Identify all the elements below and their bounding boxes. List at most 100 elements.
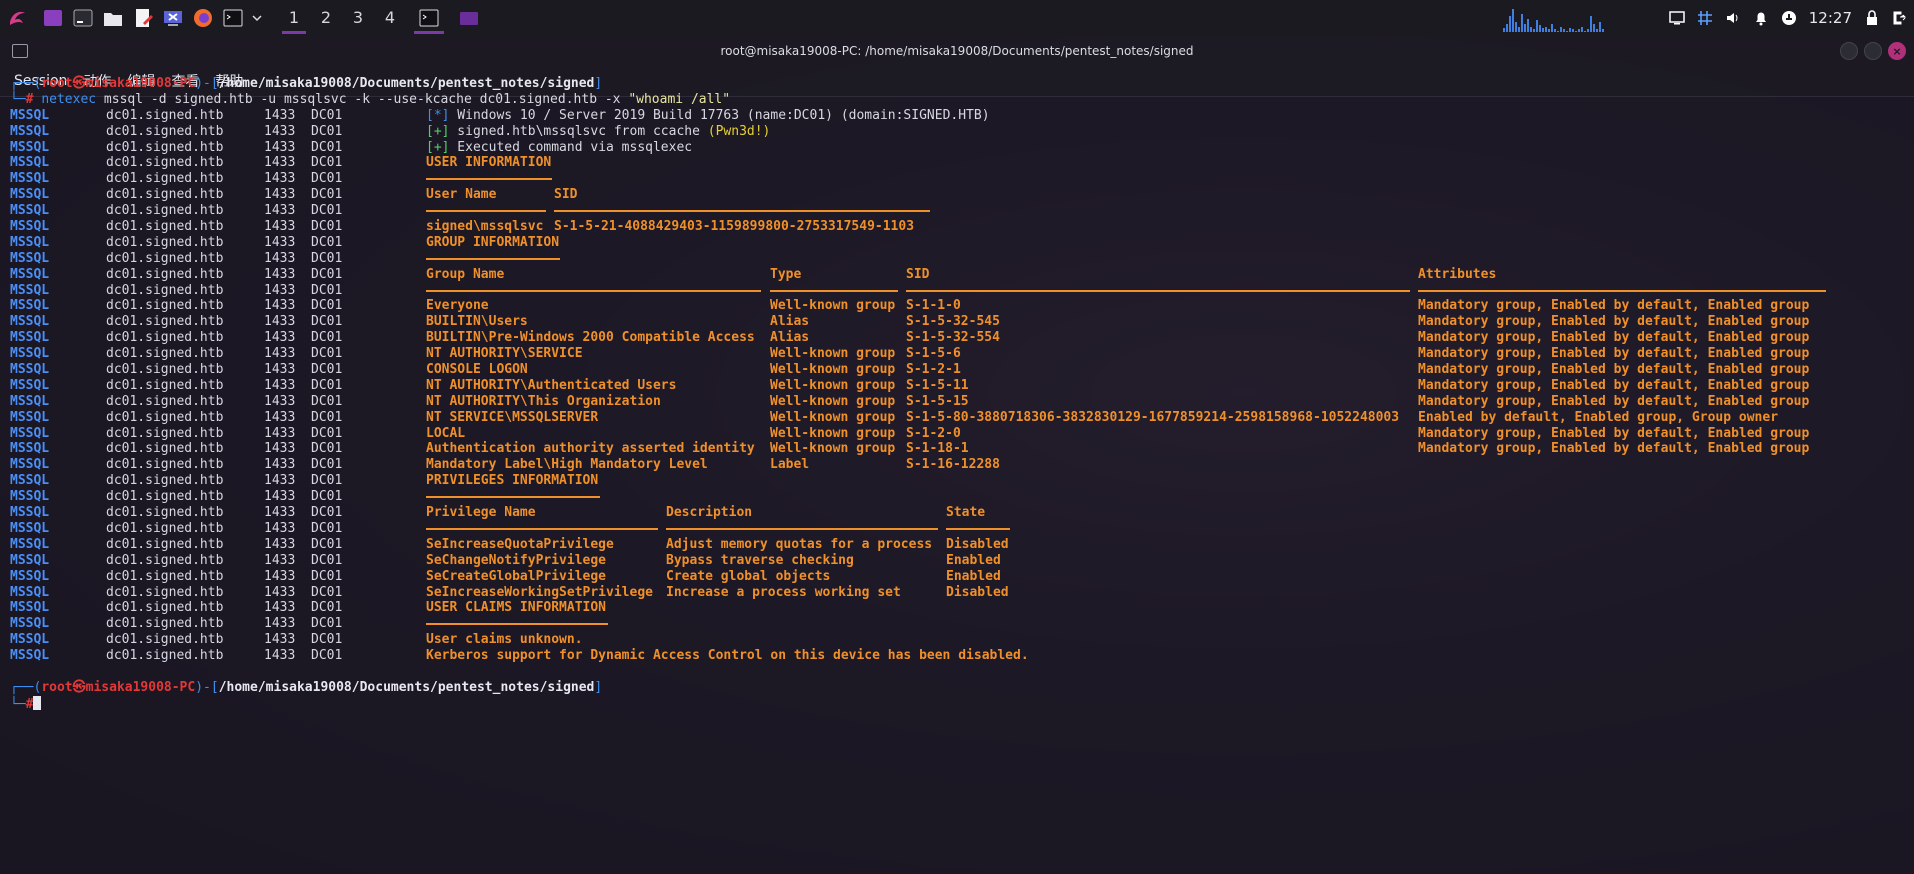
column-header: SID <box>554 187 578 203</box>
text-editor-icon[interactable] <box>130 5 156 31</box>
maximize-button[interactable] <box>1864 42 1882 60</box>
target-port: 1433 <box>264 282 296 298</box>
table-header-underline: MSSQL dc01.signed.htb 1433 DC01 <box>10 203 1890 219</box>
volume-icon[interactable] <box>1719 0 1747 35</box>
terminal-launcher-icon[interactable] <box>70 5 96 31</box>
cpu-bar <box>1529 26 1532 32</box>
target-host: dc01.signed.htb <box>106 520 224 536</box>
target-name: DC01 <box>311 536 343 552</box>
protocol-label: MSSQL <box>10 489 50 505</box>
kali-menu-icon[interactable] <box>4 5 30 31</box>
target-name: DC01 <box>311 393 343 409</box>
cpu-bar <box>1589 15 1592 32</box>
group-sid-cell: S-1-16-12288 <box>906 457 1000 473</box>
workspace-2[interactable]: 2 <box>310 0 342 35</box>
prompt-user: root <box>41 679 73 695</box>
clock[interactable]: 12:27 <box>1809 9 1852 27</box>
target-port: 1433 <box>264 187 296 203</box>
group-sid-cell: S-1-2-0 <box>906 425 961 441</box>
window-icon[interactable] <box>12 44 28 58</box>
target-host: dc01.signed.htb <box>106 330 224 346</box>
protocol-label: MSSQL <box>10 616 50 632</box>
cpu-bar <box>1571 28 1574 32</box>
window-titlebar[interactable]: root@misaka19008-PC: /home/misaka19008/D… <box>0 35 1914 66</box>
protocol-label: MSSQL <box>10 473 50 489</box>
privilege-description-cell: Bypass traverse checking <box>666 552 854 568</box>
table-row: MSSQL dc01.signed.htb 1433 DC01 signed\mssql… <box>10 219 1890 235</box>
group-attributes-cell: Mandatory group, Enabled by default, Ena… <box>1418 425 1810 441</box>
group-sid-cell: S-1-5-32-545 <box>906 314 1000 330</box>
logout-icon[interactable] <box>1886 0 1914 35</box>
cpu-bar <box>1502 27 1505 32</box>
cpu-bar <box>1553 28 1556 32</box>
target-name: DC01 <box>311 219 343 235</box>
privilege-state-cell: Disabled <box>946 536 1009 552</box>
file-manager-icon[interactable] <box>100 5 126 31</box>
protocol-label: MSSQL <box>10 203 50 219</box>
target-name: DC01 <box>311 107 343 123</box>
notification-bell-icon[interactable] <box>1747 0 1775 35</box>
cpu-bar <box>1562 28 1565 32</box>
close-button[interactable]: × <box>1888 42 1906 60</box>
show-desktop-icon[interactable] <box>40 5 66 31</box>
taskbar-terminal-window[interactable] <box>412 0 446 35</box>
section-heading: USER INFORMATION <box>426 155 552 171</box>
column-header: Type <box>770 266 802 282</box>
user-sid-cell: S-1-5-21-4088429403-1159899800-275331754… <box>554 219 915 235</box>
prompt-host: misaka19008-PC <box>85 76 196 91</box>
protocol-label: MSSQL <box>10 425 50 441</box>
target-name: DC01 <box>311 171 343 187</box>
table-header-underline: MSSQL dc01.signed.htb 1433 DC01 <box>10 521 1890 537</box>
protocol-label: MSSQL <box>10 139 50 155</box>
workspace-switcher: 1 2 3 4 <box>278 0 406 35</box>
target-host: dc01.signed.htb <box>106 282 224 298</box>
cpu-bar <box>1592 23 1595 32</box>
lock-icon[interactable] <box>1858 0 1886 35</box>
power-manager-icon[interactable] <box>1775 0 1803 35</box>
command-quoted-arg: "whoami /all" <box>628 91 731 107</box>
cpu-bar <box>1523 23 1526 32</box>
prompt-frame: └─ <box>10 91 26 107</box>
target-name: DC01 <box>311 473 343 489</box>
taskbar-window-2[interactable] <box>452 0 486 35</box>
prompt-path: /home/misaka19008/Documents/pentest_note… <box>218 76 595 91</box>
target-host: dc01.signed.htb <box>106 568 224 584</box>
command-line: └─# <box>10 695 1890 712</box>
cpu-bar <box>1547 28 1550 32</box>
display-icon[interactable] <box>1663 0 1691 35</box>
target-name: DC01 <box>311 250 343 266</box>
system-tray: 12:27 <box>1502 0 1914 35</box>
target-name: DC01 <box>311 457 343 473</box>
protocol-label: MSSQL <box>10 393 50 409</box>
cpu-bar <box>1544 26 1547 32</box>
protocol-label: MSSQL <box>10 107 50 123</box>
status-message: [+] signed.htb\mssqlsvc from ccache (Pwn… <box>426 124 770 140</box>
workspace-3[interactable]: 3 <box>342 0 374 35</box>
header-underline <box>1418 289 1826 292</box>
target-port: 1433 <box>264 600 296 616</box>
status-line: MSSQL dc01.signed.htb 1433 DC01 [+] signed.h… <box>10 124 1890 140</box>
workspace-4[interactable]: 4 <box>374 0 406 35</box>
target-host: dc01.signed.htb <box>106 457 224 473</box>
terminal-output[interactable]: ┌──(root㉿misaka19008-PC)-[/home/misaka19… <box>10 76 1890 776</box>
protocol-label: MSSQL <box>10 568 50 584</box>
cpu-bar <box>1559 26 1562 32</box>
target-host: dc01.signed.htb <box>106 441 224 457</box>
target-name: DC01 <box>311 568 343 584</box>
status-message: [*] Windows 10 / Server 2019 Build 17763… <box>426 108 990 124</box>
firefox-icon[interactable] <box>190 5 216 31</box>
minimize-button[interactable] <box>1840 42 1858 60</box>
target-host: dc01.signed.htb <box>106 362 224 378</box>
input-method-icon[interactable] <box>1691 0 1719 35</box>
workspace-1[interactable]: 1 <box>278 0 310 35</box>
user-name-cell: signed\mssqlsvc <box>426 219 544 235</box>
target-host: dc01.signed.htb <box>106 473 224 489</box>
terminal-app-icon[interactable] <box>220 5 246 31</box>
text-cursor <box>33 695 42 710</box>
table-header: MSSQL dc01.signed.htb 1433 DC01 User Name SID <box>10 187 1890 203</box>
group-sid-cell: S-1-1-0 <box>906 298 961 314</box>
chevron-down-icon[interactable] <box>250 5 264 31</box>
remote-desktop-icon[interactable] <box>160 5 186 31</box>
group-attributes-cell: Mandatory group, Enabled by default, Ena… <box>1418 441 1810 457</box>
cpu-bar <box>1580 26 1583 32</box>
